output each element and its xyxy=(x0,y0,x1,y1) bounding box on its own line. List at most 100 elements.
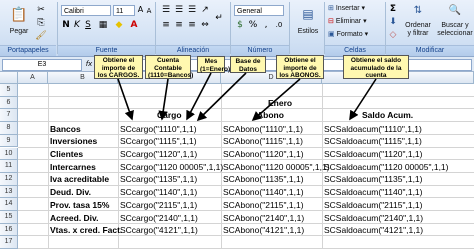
find-select-button[interactable]: 🔍 Buscar y seleccionar xyxy=(435,3,474,45)
bold-icon[interactable]: N xyxy=(61,19,71,31)
callout-cargos: Obtiene el importe de los CARGOS. xyxy=(94,55,143,79)
abono-formula-cell[interactable]: SCAbono("1140",1,1) xyxy=(223,187,304,197)
fill-color-icon[interactable]: ◆ xyxy=(113,19,125,31)
row-header[interactable]: 6 xyxy=(0,96,18,110)
account-label-cell[interactable]: Prov. tasa 15% xyxy=(50,200,109,210)
font-size-dropdown[interactable]: 11 xyxy=(113,5,135,16)
row-header[interactable]: 10 xyxy=(0,147,18,161)
number-format-dropdown[interactable]: General xyxy=(234,5,284,16)
copy-icon[interactable]: ⎘ xyxy=(35,17,47,29)
header-abono[interactable]: Abono xyxy=(257,110,284,120)
cargo-formula-cell[interactable]: SCcargo("2115",1,1) xyxy=(120,200,197,210)
row-header[interactable]: 14 xyxy=(0,198,18,211)
saldo-formula-cell[interactable]: SCSaldoacum("1135",1,1) xyxy=(324,174,423,184)
saldo-formula-cell[interactable]: SCSaldoacum("2140",1,1) xyxy=(324,213,423,223)
font-name-dropdown[interactable]: Calibri xyxy=(61,5,111,16)
account-label-cell[interactable]: Iva acreditable xyxy=(50,174,109,184)
styles-button[interactable]: ▤ Estilos xyxy=(292,3,324,45)
font-name-value: Calibri xyxy=(64,8,84,15)
saldo-formula-cell[interactable]: SCSaldoacum("1120",1,1) xyxy=(324,149,423,159)
abono-formula-cell[interactable]: SCAbono("2140",1,1) xyxy=(223,213,304,223)
account-label-cell[interactable]: Vtas. x cred. Fact. xyxy=(50,225,122,235)
align-center-icon[interactable]: ≡ xyxy=(173,19,185,31)
account-label-cell[interactable]: Inversiones xyxy=(50,136,97,146)
row-header[interactable]: 7 xyxy=(0,109,18,123)
gridline xyxy=(18,184,474,186)
cargo-formula-cell[interactable]: SCcargo("1120 00005",1,1) xyxy=(120,162,223,172)
gridline xyxy=(18,222,474,224)
fill-icon[interactable]: ⬇ xyxy=(388,16,398,28)
cargo-formula-cell[interactable]: SCcargo("4121",1,1) xyxy=(120,225,198,235)
abono-formula-cell[interactable]: SCAbono("1120 00005",1,1) xyxy=(223,162,330,172)
clear-icon[interactable]: ◇ xyxy=(388,29,398,41)
row-header[interactable]: 16 xyxy=(0,223,18,237)
select-all-corner[interactable] xyxy=(0,72,18,84)
account-label-cell[interactable]: Deud. Div. xyxy=(50,187,91,197)
grow-font-icon[interactable]: A xyxy=(136,4,145,16)
italic-icon[interactable]: K xyxy=(72,19,82,31)
gridline xyxy=(18,171,474,173)
shrink-font-icon[interactable]: A xyxy=(145,5,153,17)
align-right-icon[interactable]: ≡ xyxy=(186,19,198,31)
cargo-formula-cell[interactable]: SCcargo("2140",1,1) xyxy=(120,213,198,223)
account-label-cell[interactable]: Bancos xyxy=(50,124,81,134)
wrap-text-icon[interactable]: ↵ xyxy=(213,12,225,24)
format-button[interactable]: ▣ Formato ▾ xyxy=(328,30,368,38)
autosum-icon[interactable]: Σ xyxy=(388,3,398,15)
abono-formula-cell[interactable]: SCAbono("4121",1,1) xyxy=(223,225,304,235)
abono-formula-cell[interactable]: SCAbono("1120",1,1) xyxy=(223,149,304,159)
header-saldo[interactable]: Saldo Acum. xyxy=(362,110,413,120)
row-header[interactable]: 17 xyxy=(0,236,18,249)
row-header[interactable]: 15 xyxy=(0,211,18,224)
row-header[interactable]: 8 xyxy=(0,122,18,135)
sort-filter-button[interactable]: ⇅ Ordenar y filtrar xyxy=(400,3,436,45)
format-painter-icon[interactable]: 🖌 xyxy=(35,30,47,42)
align-left-icon[interactable]: ≡ xyxy=(160,19,172,31)
row-header[interactable]: 12 xyxy=(0,172,18,186)
delete-icon: ⊟ xyxy=(328,18,334,25)
saldo-formula-cell[interactable]: SCSaldoacum("4121",1,1) xyxy=(324,225,423,235)
row-header[interactable]: 9 xyxy=(0,134,18,148)
column-header-a[interactable]: A xyxy=(18,72,48,84)
header-cargo[interactable]: Cargo xyxy=(157,110,182,120)
borders-icon[interactable]: ▦ xyxy=(97,19,109,31)
align-middle-icon[interactable]: ☰ xyxy=(173,4,185,16)
row-header[interactable]: 5 xyxy=(0,84,18,97)
merge-cells-icon[interactable]: ⇔ xyxy=(199,19,211,31)
font-color-icon[interactable]: A xyxy=(128,19,140,31)
paste-button[interactable]: 📋 Pegar xyxy=(3,3,35,45)
delete-button[interactable]: ⊟ Eliminar ▾ xyxy=(328,17,367,25)
cargo-formula-cell[interactable]: SCcargo("1135",1,1) xyxy=(120,174,197,184)
underline-icon[interactable]: S xyxy=(83,19,93,31)
abono-formula-cell[interactable]: SCAbono("2115",1,1) xyxy=(223,200,304,210)
row-header[interactable]: 11 xyxy=(0,160,18,173)
abono-formula-cell[interactable]: SCAbono("1135",1,1) xyxy=(223,174,304,184)
cargo-formula-cell[interactable]: SCcargo("1120",1,1) xyxy=(120,149,197,159)
saldo-formula-cell[interactable]: SCSaldoacum("2115",1,1) xyxy=(324,200,423,210)
abono-formula-cell[interactable]: SCAbono("1115",1,1) xyxy=(223,136,303,146)
decimals-icon[interactable]: .0 xyxy=(272,19,286,31)
saldo-formula-cell[interactable]: SCSaldoacum("1110",1,1) xyxy=(324,124,422,134)
thousands-icon[interactable]: , xyxy=(260,19,272,31)
orientation-icon[interactable]: ↗ xyxy=(199,4,211,16)
cut-icon[interactable]: ✂ xyxy=(35,4,47,16)
account-label-cell[interactable]: Clientes xyxy=(50,149,83,159)
account-label-cell[interactable]: Intercarnes xyxy=(50,162,96,172)
cargo-formula-cell[interactable]: SCcargo("1140",1,1) xyxy=(120,187,197,197)
percent-icon[interactable]: % xyxy=(247,19,259,31)
saldo-formula-cell[interactable]: SCSaldoacum("1140",1,1) xyxy=(324,187,423,197)
cargo-formula-cell[interactable]: SCcargo("1110",1,1) xyxy=(120,124,197,134)
account-label-cell[interactable]: Acreed. Div. xyxy=(50,213,99,223)
header-month[interactable]: Enero xyxy=(268,98,292,108)
saldo-formula-cell[interactable]: SCSaldoacum("1120 00005",1,1) xyxy=(324,162,448,172)
name-box[interactable]: E3 xyxy=(2,59,82,71)
abono-formula-cell[interactable]: SCAbono("1110",1,1) xyxy=(223,124,303,134)
styles-icon: ▤ xyxy=(302,7,314,21)
row-header[interactable]: 13 xyxy=(0,185,18,199)
saldo-formula-cell[interactable]: SCSaldoacum("1115",1,1) xyxy=(324,136,422,146)
insert-button[interactable]: ⊞ Insertar ▾ xyxy=(328,4,365,12)
cargo-formula-cell[interactable]: SCcargo("1115",1,1) xyxy=(120,136,197,146)
align-top-icon[interactable]: ☰ xyxy=(160,4,172,16)
align-bottom-icon[interactable]: ☰ xyxy=(186,4,198,16)
currency-icon[interactable]: $ xyxy=(234,19,246,31)
